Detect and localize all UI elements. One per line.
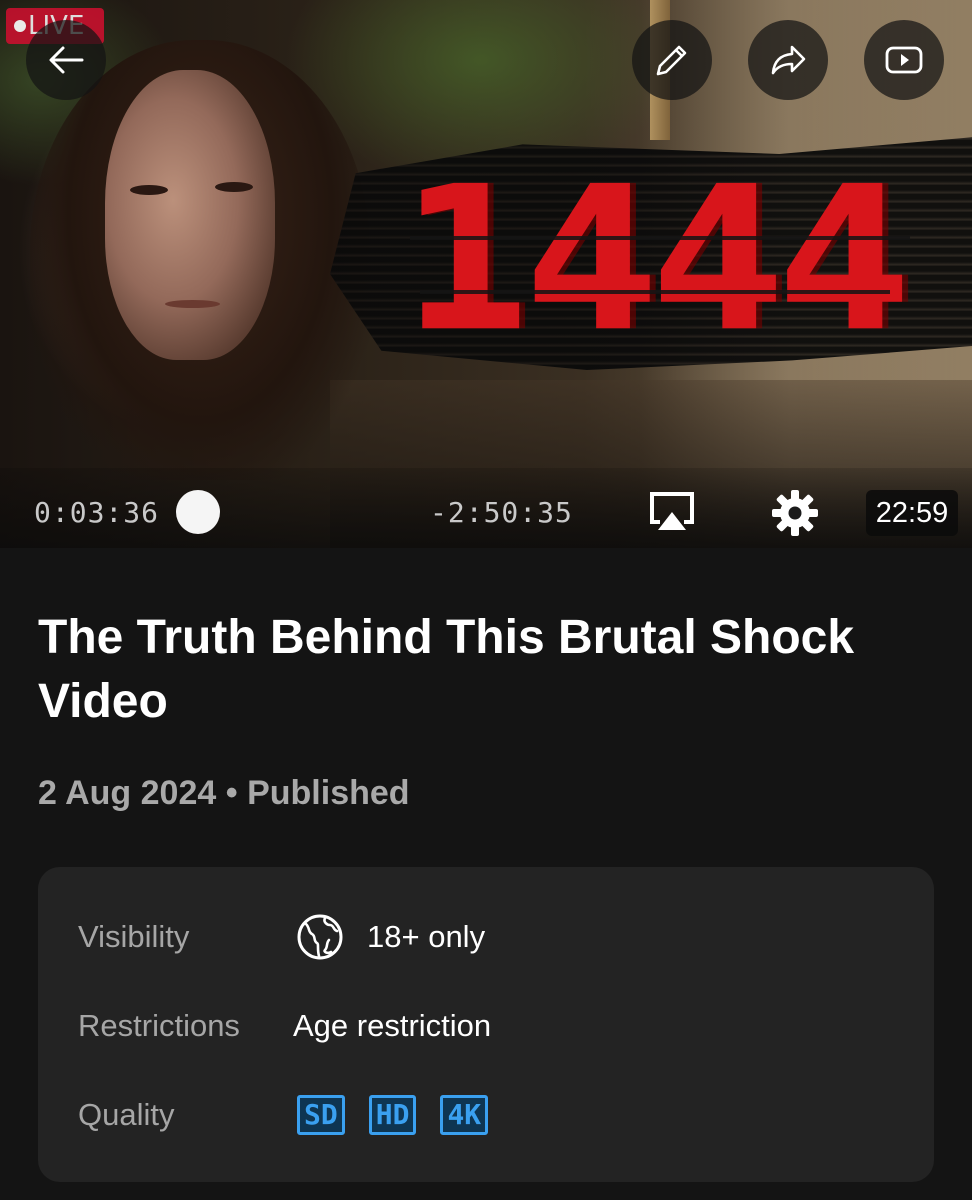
- visibility-value: 18+ only: [293, 912, 485, 962]
- quality-badge-4k: 4K: [440, 1095, 489, 1135]
- quality-badge-sd: SD: [297, 1095, 345, 1135]
- live-dot: [14, 20, 26, 32]
- video-thumbnail[interactable]: 1444 LIVE 0:03:36: [0, 0, 972, 548]
- restrictions-row[interactable]: Restrictions Age restriction: [78, 996, 898, 1056]
- thumbnail-mouth: [165, 300, 220, 308]
- details-card: Visibility 18+ only Restrictions Age res…: [38, 867, 934, 1182]
- publish-date: 2 Aug 2024: [38, 774, 217, 812]
- share-button[interactable]: [748, 20, 828, 100]
- thumbnail-title-text: 1444: [400, 143, 911, 376]
- globe-icon: [297, 914, 343, 960]
- restrictions-value: Age restriction: [293, 1008, 492, 1043]
- thumbnail-eye-right: [215, 182, 253, 192]
- seek-scrubber[interactable]: [176, 490, 220, 534]
- settings-gear-icon[interactable]: [770, 488, 820, 538]
- airplay-icon[interactable]: [646, 490, 698, 534]
- quality-badge-hd: HD: [368, 1095, 417, 1135]
- visibility-label: Visibility: [78, 919, 190, 954]
- youtube-icon: [885, 46, 923, 74]
- thumbnail-person-face: [105, 70, 275, 360]
- thumbnail-eye-left: [130, 185, 168, 195]
- publish-status: Published: [247, 774, 410, 812]
- glitch-line: [420, 290, 890, 294]
- glitch-line: [410, 236, 910, 240]
- back-button[interactable]: [26, 20, 106, 100]
- open-in-youtube-button[interactable]: [864, 20, 944, 100]
- edit-button[interactable]: [632, 20, 712, 100]
- quality-label: Quality: [78, 1097, 175, 1132]
- elapsed-time: 0:03:36: [34, 496, 160, 529]
- duration-badge: 22:59: [866, 490, 958, 536]
- quality-row: Quality SD HD 4K: [78, 1085, 898, 1145]
- quality-badges: SD HD 4K: [293, 1095, 512, 1135]
- meta-separator: •: [225, 774, 238, 812]
- restrictions-label: Restrictions: [78, 1008, 240, 1043]
- edit-pencil-icon: [656, 45, 687, 76]
- visibility-row[interactable]: Visibility 18+ only: [78, 907, 898, 967]
- video-title: The Truth Behind This Brutal Shock Video: [38, 611, 855, 728]
- visibility-text: 18+ only: [367, 919, 486, 954]
- remaining-time: -2:50:35: [430, 496, 573, 529]
- back-arrow-icon: [49, 46, 84, 74]
- share-icon: [771, 45, 806, 75]
- video-details-screen: 1444 LIVE 0:03:36: [0, 0, 972, 1200]
- video-meta: 2 Aug 2024 • Published: [38, 774, 410, 813]
